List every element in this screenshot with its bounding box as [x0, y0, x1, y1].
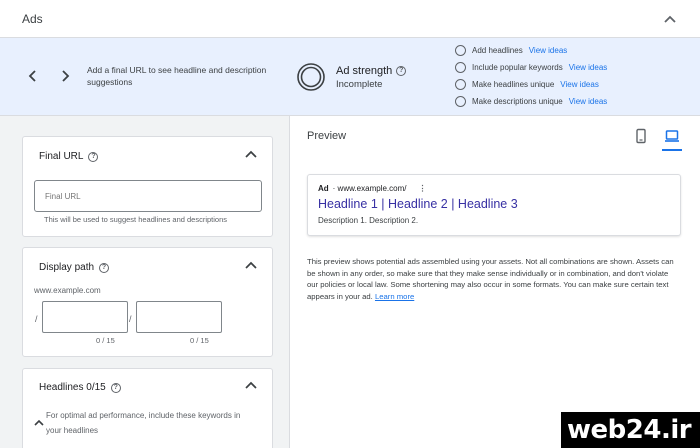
learn-more-link[interactable]: Learn more	[375, 292, 414, 301]
ad-strength-bar: Add a final URL to see headline and desc…	[0, 38, 700, 116]
ad-description: Description 1. Description 2.	[318, 216, 419, 225]
final-url-title: Final URL ?	[39, 151, 99, 162]
ad-preview-card: Ad · www.example.com/ ⋮ Headline 1 | Hea…	[307, 174, 681, 236]
headlines-card: Headlines 0/15 ? For optimal ad performa…	[22, 368, 273, 448]
display-path-title: Display path ?	[39, 262, 110, 273]
chevron-left-icon[interactable]	[25, 68, 41, 84]
headlines-title-text: Headlines 0/15	[39, 382, 106, 393]
final-url-title-text: Final URL	[39, 151, 84, 162]
ads-panel-header: Ads	[0, 0, 700, 38]
ad-badge: Ad	[318, 184, 329, 193]
view-ideas-link[interactable]: View ideas	[569, 63, 608, 72]
chevron-right-icon[interactable]	[57, 68, 73, 84]
preview-disclaimer: This preview shows potential ads assembl…	[307, 256, 679, 302]
suggestion-label: Add headlines	[472, 46, 523, 55]
ad-strength-label: Ad strength ?	[336, 65, 407, 77]
selected-device-indicator	[662, 149, 682, 151]
suggestion-item: Make headlines unique View ideas	[455, 79, 695, 90]
display-path-card: Display path ? www.example.com / / 0 / 1…	[22, 247, 273, 357]
path-1-counter: 0 / 15	[96, 336, 115, 345]
suggestion-label: Make descriptions unique	[472, 97, 563, 106]
ad-strength-status: Incomplete	[336, 79, 383, 90]
path-separator: /	[35, 314, 38, 324]
chevron-up-icon[interactable]	[244, 378, 258, 392]
help-icon[interactable]: ?	[110, 382, 121, 393]
radio-empty-icon	[455, 62, 466, 73]
display-path-domain: www.example.com	[34, 286, 101, 295]
radio-empty-icon	[455, 79, 466, 90]
path-separator: /	[129, 314, 132, 324]
final-url-card: Final URL ? This will be used to suggest…	[22, 136, 273, 237]
keyword-hint: For optimal ad performance, include thes…	[46, 411, 241, 435]
suggestion-item: Make descriptions unique View ideas	[455, 96, 695, 107]
path-2-counter: 0 / 15	[190, 336, 209, 345]
collapse-chevron-up-icon[interactable]	[662, 11, 678, 27]
preview-disclaimer-text: This preview shows potential ads assembl…	[307, 257, 674, 301]
chevron-up-icon[interactable]	[244, 147, 258, 161]
ad-strength-ring-icon	[297, 63, 325, 91]
ad-url-line: Ad · www.example.com/ ⋮	[318, 184, 426, 193]
suggestion-label: Make headlines unique	[472, 80, 555, 89]
chevron-up-icon[interactable]	[33, 417, 45, 429]
more-vert-icon[interactable]: ⋮	[418, 184, 426, 193]
mobile-icon[interactable]	[633, 128, 649, 144]
radio-empty-icon	[455, 45, 466, 56]
final-url-input[interactable]	[34, 180, 262, 212]
path-2-input[interactable]	[136, 301, 222, 333]
watermark: web24.ir	[561, 412, 700, 448]
radio-empty-icon	[455, 96, 466, 107]
display-path-title-text: Display path	[39, 262, 95, 273]
desktop-icon[interactable]	[664, 128, 680, 144]
headlines-title: Headlines 0/15 ?	[39, 382, 121, 393]
preview-title: Preview	[307, 130, 347, 142]
ad-headline: Headline 1 | Headline 2 | Headline 3	[318, 197, 518, 211]
path-1-input[interactable]	[42, 301, 128, 333]
final-url-helper: This will be used to suggest headlines a…	[44, 215, 228, 224]
view-ideas-link[interactable]: View ideas	[529, 46, 568, 55]
help-icon[interactable]: ?	[99, 262, 110, 273]
strength-hint: Add a final URL to see headline and desc…	[87, 65, 267, 87]
panel-title: Ads	[22, 12, 43, 26]
view-ideas-link[interactable]: View ideas	[560, 80, 599, 89]
help-icon[interactable]: ?	[88, 151, 99, 162]
suggestion-item: Include popular keywords View ideas	[455, 62, 695, 73]
asset-editor-pane: Final URL ? This will be used to suggest…	[0, 116, 290, 448]
view-ideas-link[interactable]: View ideas	[569, 97, 608, 106]
chevron-up-icon[interactable]	[244, 258, 258, 272]
help-icon[interactable]: ?	[396, 66, 407, 76]
suggestion-item: Add headlines View ideas	[455, 45, 695, 56]
ad-strength-title: Ad strength	[336, 65, 393, 77]
suggestion-label: Include popular keywords	[472, 63, 563, 72]
ad-display-url: · www.example.com/	[332, 184, 407, 193]
